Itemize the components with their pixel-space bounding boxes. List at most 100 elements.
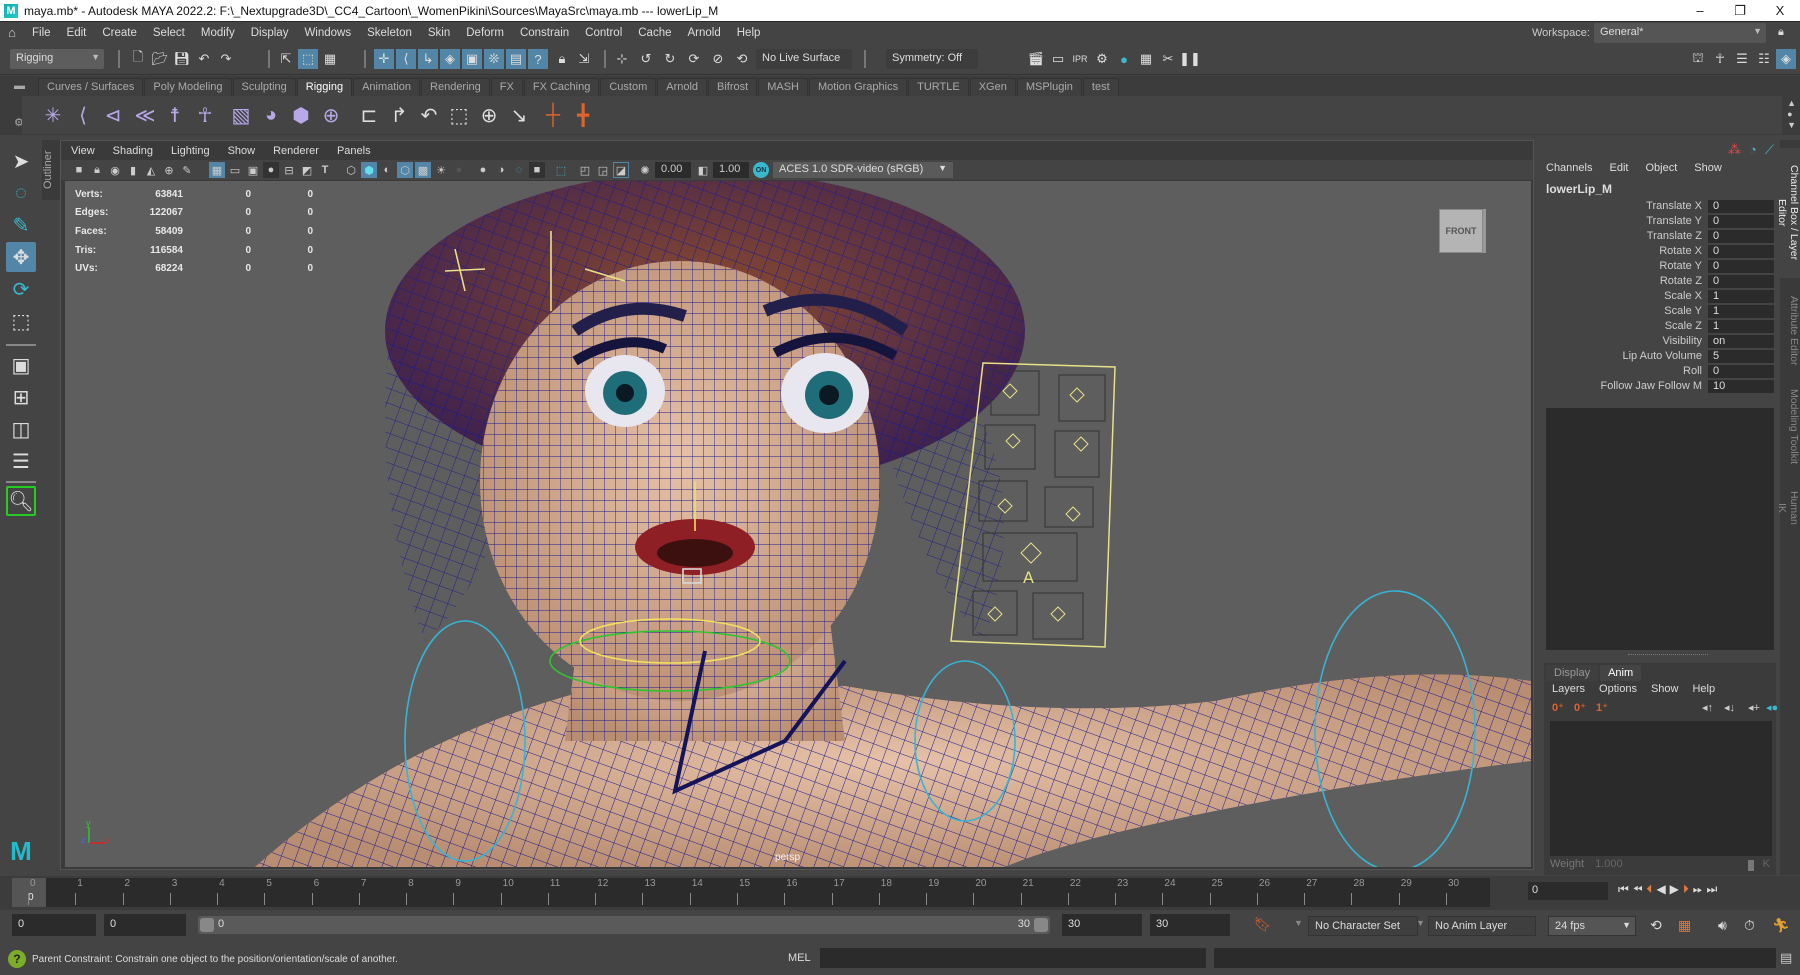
channel-label[interactable]: Follow Jaw Follow M xyxy=(1538,380,1708,392)
highlight-selection-icon[interactable]: ⇲ xyxy=(574,49,594,69)
sound-icon[interactable]: 🔊︎ xyxy=(1718,917,1727,934)
select-by-surfaces-icon[interactable]: ◈ xyxy=(440,49,460,69)
parent-constraint-icon[interactable]: ⊏ xyxy=(356,102,382,128)
select-by-curves-icon[interactable]: ↳ xyxy=(418,49,438,69)
menu-select[interactable]: Select xyxy=(145,27,193,39)
mel-label[interactable]: MEL xyxy=(788,952,811,964)
bookmark-icon[interactable]: 🔖︎ xyxy=(1254,916,1272,933)
channel-label[interactable]: Translate Y xyxy=(1538,215,1708,227)
safe-action-icon[interactable]: ◩ xyxy=(299,162,315,178)
menu-cache[interactable]: Cache xyxy=(630,27,679,39)
xray-icon[interactable]: ◰ xyxy=(577,162,593,178)
shelf-tab-arnold[interactable]: Arnold xyxy=(657,78,708,96)
create-joints-icon[interactable]: ✳ xyxy=(40,102,66,128)
channel-value[interactable]: 1 xyxy=(1708,304,1774,318)
tab-modeling-toolkit[interactable]: Modeling Toolkit xyxy=(1780,384,1800,470)
film-gate-icon[interactable]: ▭ xyxy=(227,162,243,178)
cluster-icon[interactable]: ⊕ xyxy=(318,102,344,128)
channel-value[interactable]: 0 xyxy=(1708,259,1774,273)
tab-attribute-editor[interactable]: Attribute Editor xyxy=(1780,290,1800,372)
channel-rotate-z[interactable]: Rotate Z0 xyxy=(1538,274,1774,288)
channel-label[interactable]: Translate X xyxy=(1538,200,1708,212)
channel-roll[interactable]: Roll 0 xyxy=(1538,364,1774,378)
channel-value[interactable]: 10 xyxy=(1708,379,1774,393)
channels-menu[interactable]: Channels xyxy=(1546,162,1592,174)
humanik-icon[interactable]: ☥ xyxy=(192,102,218,128)
menu-deform[interactable]: Deform xyxy=(458,27,512,39)
snap-curve-icon[interactable]: ↺ xyxy=(636,49,656,69)
channel-label[interactable]: Lip Auto Volume xyxy=(1538,350,1708,362)
panel-menu-panels[interactable]: Panels xyxy=(337,145,371,157)
close-button[interactable]: X xyxy=(1760,0,1800,21)
gamma-icon[interactable]: ◧ xyxy=(695,162,711,178)
channel-label[interactable]: Visibility xyxy=(1538,335,1708,347)
outliner-layout-icon[interactable]: ☰ xyxy=(6,446,36,476)
undo-icon[interactable]: ↶ xyxy=(194,49,214,69)
select-tool-icon[interactable]: ➤ xyxy=(6,146,36,176)
3d-viewport[interactable]: A Verts: 63841 0 0 Edges: 122067 0 0 Faces: 584… xyxy=(65,181,1531,867)
workspace-dropdown[interactable]: General* ▼ xyxy=(1594,23,1766,43)
channel-follow-jaw[interactable]: Follow Jaw Follow M 10 xyxy=(1538,379,1774,393)
lattice-icon[interactable]: ⬢ xyxy=(288,102,314,128)
2d-pan-zoom-icon[interactable]: ⊕ xyxy=(161,162,177,178)
outliner-tab[interactable]: Outliner xyxy=(42,140,60,200)
weight-slider-handle[interactable] xyxy=(1748,860,1754,871)
add-influence-icon[interactable]: ┼ xyxy=(540,102,566,128)
two-pane-layout-icon[interactable]: ◫ xyxy=(6,414,36,444)
select-objects-icon[interactable]: ⬚ xyxy=(298,49,318,69)
chevron-down-icon[interactable]: ▼ xyxy=(1294,918,1303,928)
zero-key-layer-icon[interactable]: 0⁺ xyxy=(1552,701,1564,714)
current-frame-marker[interactable]: 0 xyxy=(12,878,46,907)
cache-playback-icon[interactable]: ▦ xyxy=(1678,917,1691,934)
channel-label[interactable]: Scale Y xyxy=(1538,305,1708,317)
mirror-joint-icon[interactable]: ⊲ xyxy=(100,102,126,128)
shelf-tab-motion-graphics[interactable]: Motion Graphics xyxy=(809,78,908,96)
shelf-tab-fx-caching[interactable]: FX Caching xyxy=(523,78,600,96)
panel-menu-lighting[interactable]: Lighting xyxy=(171,145,210,157)
gate-mask-icon[interactable]: ● xyxy=(263,162,279,178)
key-weight-button[interactable]: K xyxy=(1763,858,1770,870)
scale-constraint-icon[interactable]: ⬚ xyxy=(446,102,472,128)
paint-weights-icon[interactable]: ◕ xyxy=(258,102,284,128)
snap-grid-icon[interactable]: ⊹ xyxy=(612,49,632,69)
help-menu[interactable]: Help xyxy=(1692,683,1715,695)
menu-create[interactable]: Create xyxy=(94,27,145,39)
motion-blur-icon[interactable]: ◑ xyxy=(493,162,509,178)
show-menu[interactable]: Show xyxy=(1651,683,1679,695)
bind-skin-icon[interactable]: ▧ xyxy=(228,102,254,128)
pause-render-icon[interactable]: ❚❚ xyxy=(1179,49,1201,69)
isolate-select-icon[interactable]: ⬚ xyxy=(553,162,569,178)
ipr-render-icon[interactable]: IPR xyxy=(1070,49,1090,69)
channel-value[interactable]: 0 xyxy=(1708,229,1774,243)
channel-scale-x[interactable]: Scale X1 xyxy=(1538,289,1774,303)
color-space-dropdown[interactable]: ACES 1.0 SDR-video (sRGB) ▼ xyxy=(773,162,953,178)
home-icon[interactable]: ⌂ xyxy=(0,25,24,40)
exposure-icon[interactable]: ✺ xyxy=(637,162,653,178)
tab-display[interactable]: Display xyxy=(1546,665,1599,681)
lock-icon[interactable]: 🔒︎ xyxy=(1778,26,1784,39)
new-layer-icon[interactable]: ◂+ xyxy=(1748,701,1760,714)
channel-scale-z[interactable]: Scale Z1 xyxy=(1538,319,1774,333)
grease-pencil-icon[interactable]: ✎ xyxy=(179,162,195,178)
minimize-button[interactable]: – xyxy=(1680,0,1720,21)
tab-channel-box-layer-editor[interactable]: Channel Box / Layer Editor xyxy=(1776,148,1800,278)
channel-translate-x[interactable]: Translate X0 xyxy=(1538,199,1774,213)
channel-rotate-y[interactable]: Rotate Y0 xyxy=(1538,259,1774,273)
pole-vector-icon[interactable]: ↘ xyxy=(506,102,532,128)
range-bar[interactable]: 0 30 xyxy=(198,916,1050,934)
shelf-menu-icon[interactable]: ▬ xyxy=(14,80,25,92)
point-constraint-icon[interactable]: ↱ xyxy=(386,102,412,128)
step-forward-frame-icon[interactable]: ⏵ xyxy=(1683,882,1689,897)
ik-handle-icon[interactable]: ≪ xyxy=(132,102,158,128)
render-settings-icon[interactable]: ⚙ xyxy=(1092,49,1112,69)
snap-vertex-icon[interactable]: ⟲ xyxy=(732,49,752,69)
move-layer-down-icon[interactable]: ◂↓ xyxy=(1724,701,1735,714)
menu-skin[interactable]: Skin xyxy=(420,27,458,39)
live-surface-field[interactable]: No Live Surface xyxy=(756,49,852,69)
step-back-frame-icon[interactable]: ⏴ xyxy=(1646,882,1652,897)
redo-icon[interactable]: ↷ xyxy=(216,49,236,69)
scale-tool-icon[interactable]: ⬚ xyxy=(6,306,36,336)
shelf-tab-turtle[interactable]: TURTLE xyxy=(908,78,969,96)
playback-start-field[interactable]: 0 xyxy=(104,914,186,936)
selected-object-name[interactable]: lowerLip_M xyxy=(1546,182,1612,196)
